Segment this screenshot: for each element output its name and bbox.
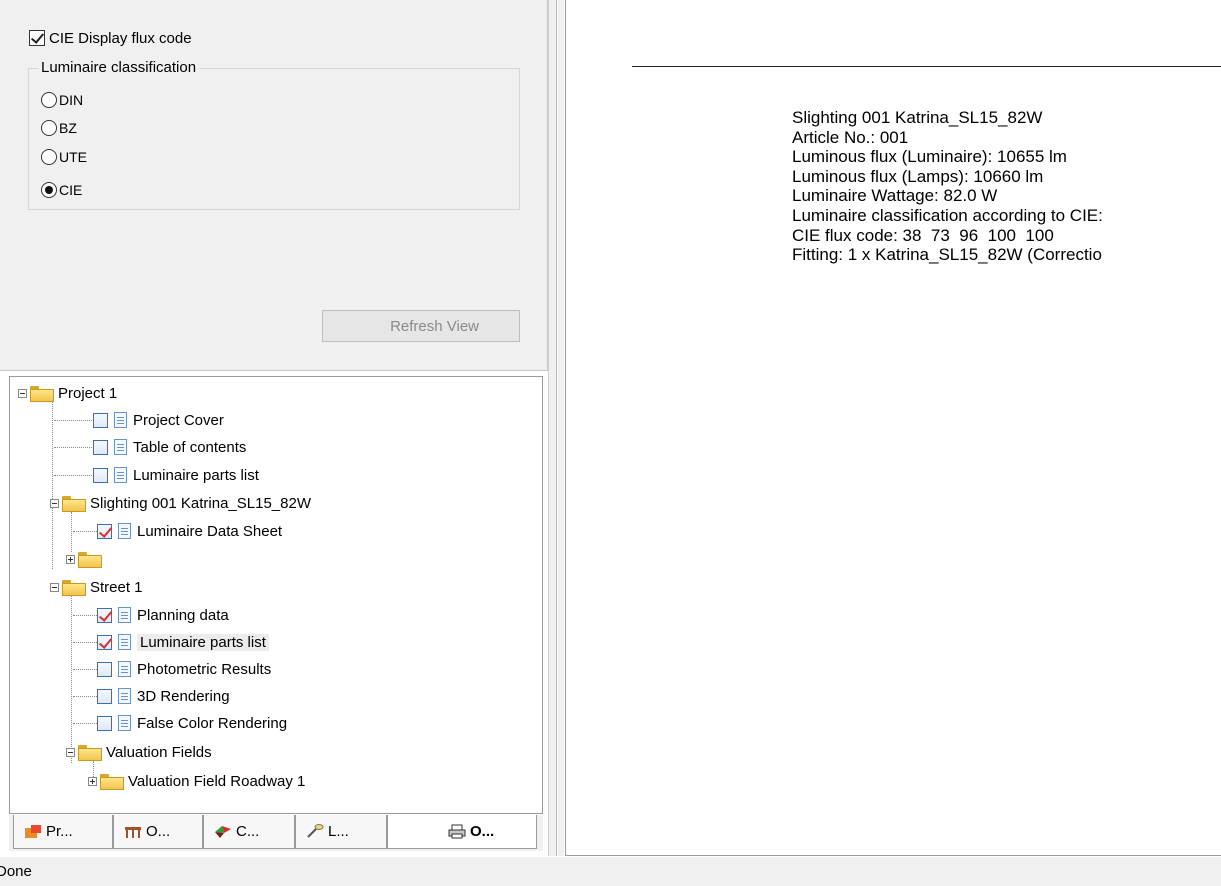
document-icon [114,467,127,483]
radio-cie[interactable] [41,182,57,198]
preview-divider [632,66,1221,67]
radio-bz-label[interactable]: BZ [59,120,77,136]
tree-checkbox[interactable] [97,661,112,677]
status-text: Done [0,863,32,880]
tab-project[interactable]: Pr... [13,815,113,849]
preview-line: Luminous flux (Lamps): 10660 lm [792,166,1044,186]
folder-icon [78,552,102,568]
folder-icon [62,496,86,512]
tree-folder-project-1[interactable]: Project 1 [18,382,117,404]
tree-item-project-cover[interactable]: Project Cover [93,409,224,431]
luminaire-icon [306,824,324,839]
tree-folder-slighting-001[interactable]: Slighting 001 Katrina_SL15_82W [50,492,311,514]
tree-item-luminaire-parts-list[interactable]: Luminaire parts list [93,464,259,486]
collapse-icon[interactable] [66,747,75,757]
preview-line: Luminous flux (Luminaire): 10655 lm [792,147,1067,167]
preview-line: Luminaire classification according to CI… [792,205,1103,225]
refresh-view-button[interactable]: Refresh View [322,310,520,342]
tree-item-table-of-contents[interactable]: Table of contents [93,436,246,458]
tree-checkbox[interactable] [93,467,108,483]
collapse-icon[interactable] [50,582,59,592]
output-options-panel: CIE Display flux code Luminaire classifi… [0,0,548,371]
tree-folder-valuation-field-roadway-1[interactable]: Valuation Field Roadway 1 [88,770,305,792]
document-preview: Slighting 001 Katrina_SL15_82W Article N… [565,0,1221,856]
document-icon [118,607,131,623]
luminaire-classification-group [28,68,520,210]
project-icon [24,824,42,839]
document-icon [114,412,127,428]
document-icon [118,523,131,539]
tab-calculation[interactable]: C... [203,815,295,849]
furniture-icon [124,824,142,839]
tree-folder-street-1[interactable]: Street 1 [50,576,143,598]
luminaire-classification-legend: Luminaire classification [38,59,200,76]
tree-checkbox[interactable] [97,688,112,704]
radio-ute[interactable] [41,149,57,165]
tree-folder-valuation-fields[interactable]: Valuation Fields [66,741,212,763]
preview-line: Fitting: 1 x Katrina_SL15_82W (Correctio [792,245,1102,265]
luminaire-summary: Slighting 001 Katrina_SL15_82W Article N… [792,108,1103,265]
expand-icon[interactable] [66,554,75,564]
tree-checkbox-checked[interactable] [97,607,112,623]
tree-item-photometric-results[interactable]: Photometric Results [97,658,271,680]
panel-tabs: Pr... O... C... L... O... [9,815,543,851]
cie-display-flux-code-label[interactable]: CIE Display flux code [49,30,192,47]
document-icon [114,439,127,455]
tree-item-luminaire-parts-list-street[interactable]: Luminaire parts list [97,631,269,653]
radio-din[interactable] [41,92,57,108]
radio-bz[interactable] [41,120,57,136]
cie-display-flux-code-checkbox[interactable] [29,30,45,46]
collapse-icon[interactable] [18,388,27,398]
preview-line: Article No.: 001 [792,127,909,147]
printer-icon [448,824,466,839]
document-icon [118,634,131,650]
radio-ute-label[interactable]: UTE [59,149,87,165]
tab-luminaires[interactable]: L... [295,815,387,849]
preview-line: Slighting 001 Katrina_SL15_82W [792,108,1043,127]
tree-folder-unnamed[interactable] [66,548,106,570]
expand-icon[interactable] [88,776,97,786]
tree-item-luminaire-data-sheet[interactable]: Luminaire Data Sheet [97,520,282,542]
folder-icon [30,386,54,402]
tree-checkbox[interactable] [93,412,108,428]
preview-line: CIE flux code: 38 73 96 100 100 [792,225,1054,245]
document-icon [118,715,131,731]
tab-objects[interactable]: O... [113,815,203,849]
splitter-grip[interactable] [556,0,558,856]
tree-item-planning-data[interactable]: Planning data [97,604,229,626]
calculation-icon [214,824,232,839]
tree-item-false-color-rendering[interactable]: False Color Rendering [97,712,287,734]
folder-icon [78,745,102,761]
folder-icon [62,580,86,596]
radio-cie-label[interactable]: CIE [59,182,82,198]
tree-item-3d-rendering[interactable]: 3D Rendering [97,685,230,707]
radio-din-label[interactable]: DIN [59,92,83,108]
tree-checkbox-checked[interactable] [97,523,112,539]
tree-checkbox[interactable] [93,439,108,455]
document-icon [118,661,131,677]
tree-checkbox-checked[interactable] [97,634,112,650]
tree-checkbox[interactable] [97,715,112,731]
tab-output[interactable]: O... [387,815,537,849]
project-tree: Project 1 Project Cover Table of content… [9,376,543,814]
collapse-icon[interactable] [50,498,59,508]
preview-line: Luminaire Wattage: 82.0 W [792,186,998,206]
folder-icon [100,774,124,790]
document-icon [118,688,131,704]
status-bar: Done [0,857,1221,886]
